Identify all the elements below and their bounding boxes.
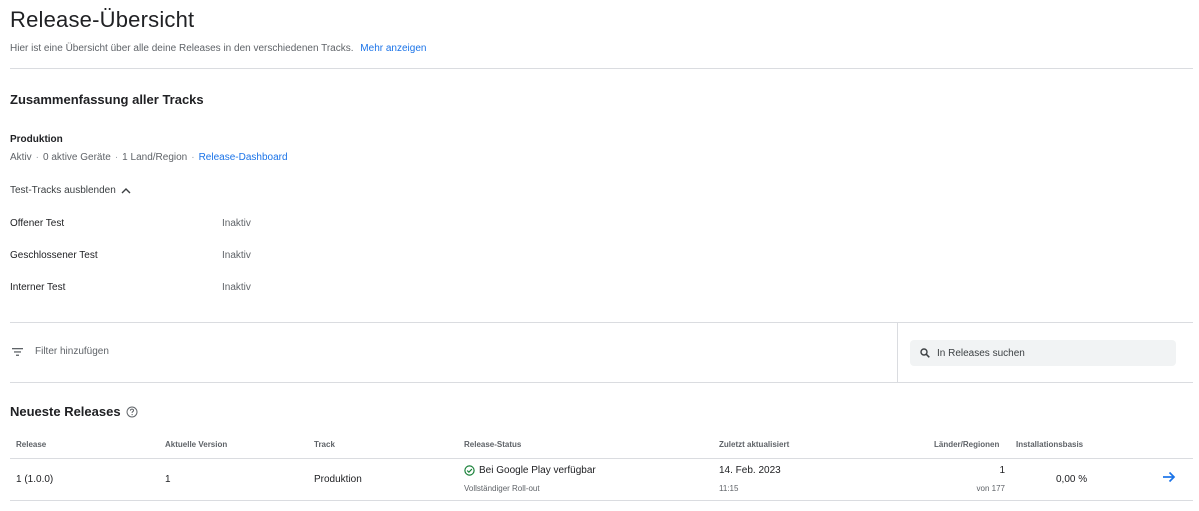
search-icon — [920, 348, 930, 358]
test-tracks-toggle[interactable]: Test-Tracks ausblenden — [10, 185, 131, 196]
column-header-updated: Zuletzt aktualisiert — [719, 440, 790, 449]
track-name: Interner Test — [10, 282, 66, 293]
column-header-release: Release — [16, 440, 47, 449]
production-label: Produktion — [10, 134, 63, 145]
release-rollout: Vollständiger Roll-out — [464, 484, 540, 493]
more-link[interactable]: Mehr anzeigen — [360, 43, 426, 54]
release-version: 1 — [165, 474, 171, 485]
track-name: Geschlossener Test — [10, 250, 98, 261]
column-header-version: Aktuelle Version — [165, 440, 228, 449]
release-install-base: 0,00 % — [1056, 474, 1088, 485]
releases-title: Neueste Releases — [10, 404, 121, 419]
page-title: Release-Übersicht — [10, 7, 195, 32]
release-countries: 1 — [999, 465, 1005, 476]
track-name: Offener Test — [10, 218, 65, 229]
column-header-install-base: Installationsbasis — [1016, 440, 1084, 449]
table-row-divider — [10, 500, 1193, 501]
summary-title: Zusammenfassung aller Tracks — [10, 92, 204, 107]
search-box[interactable] — [910, 340, 1176, 366]
filter-divider-bottom — [10, 382, 1193, 383]
filter-label: Filter hinzufügen — [35, 346, 109, 357]
header-divider — [10, 68, 1193, 69]
filter-icon — [12, 347, 23, 356]
table-header-divider — [10, 458, 1193, 459]
releases-title-wrap: Neueste Releases — [10, 404, 138, 419]
filter-vertical-divider — [897, 323, 898, 382]
release-track: Produktion — [314, 474, 362, 485]
release-dashboard-link[interactable]: Release-Dashboard — [199, 152, 288, 163]
arrow-right-icon — [1163, 471, 1176, 483]
column-header-countries: Länder/Regionen — [934, 440, 1000, 449]
add-filter-button[interactable]: Filter hinzufügen — [12, 346, 109, 357]
open-release-button[interactable] — [1162, 470, 1176, 488]
column-header-track: Track — [314, 440, 335, 449]
production-regions: 1 Land/Region — [122, 152, 188, 163]
release-updated-time: 11:15 — [719, 484, 739, 493]
release-name: 1 (1.0.0) — [16, 474, 54, 485]
release-status: Bei Google Play verfügbar — [464, 465, 596, 476]
subtitle-text: Hier ist eine Übersicht über alle deine … — [10, 43, 354, 54]
track-status: Inaktiv — [222, 282, 251, 293]
help-icon[interactable] — [126, 406, 138, 418]
filter-divider-top — [10, 322, 1193, 323]
chevron-up-icon — [121, 188, 131, 194]
track-status: Inaktiv — [222, 250, 251, 261]
track-status: Inaktiv — [222, 218, 251, 229]
page-subtitle: Hier ist eine Übersicht über alle deine … — [10, 43, 426, 54]
search-input[interactable] — [937, 347, 1157, 359]
column-header-status: Release-Status — [464, 440, 522, 449]
release-updated-date: 14. Feb. 2023 — [719, 465, 781, 476]
check-circle-icon — [464, 465, 475, 476]
release-status-text: Bei Google Play verfügbar — [479, 465, 596, 476]
production-status: Aktiv — [10, 152, 32, 163]
toggle-label: Test-Tracks ausblenden — [10, 185, 116, 196]
production-devices: 0 aktive Geräte — [43, 152, 111, 163]
release-countries-of: von 177 — [976, 484, 1005, 493]
production-meta: Aktiv · 0 aktive Geräte · 1 Land/Region · Rele… — [10, 152, 288, 163]
